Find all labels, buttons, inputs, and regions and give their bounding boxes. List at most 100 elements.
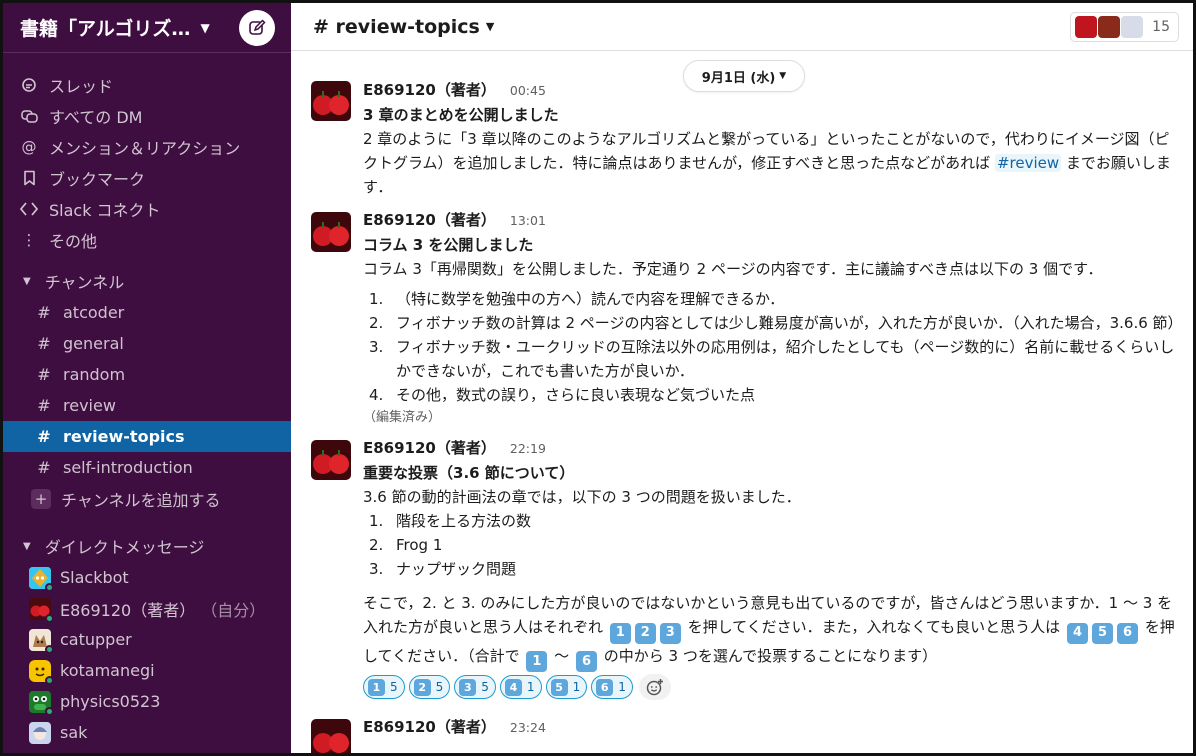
sidebar-item-review-topics[interactable]: # review-topics	[3, 421, 291, 452]
sidebar-dm-kotamanegi[interactable]: kotamanegi	[3, 655, 291, 686]
channel-main: # review-topics ▼ 15 9月1日 (水) ▼ E869120（…	[291, 3, 1193, 753]
dm-name: physics0523	[60, 692, 161, 711]
message-timestamp[interactable]: 22:19	[510, 441, 546, 456]
add-channel-button[interactable]: + チャンネルを追加する	[3, 483, 291, 514]
reaction-keycap-5[interactable]: 51	[545, 675, 588, 699]
keycap-3-emoji: 3	[459, 678, 477, 696]
dm-name: E869120（著者）	[60, 600, 196, 620]
sidebar-dm-physics0523[interactable]: physics0523	[3, 686, 291, 717]
chevron-down-icon[interactable]: ▼	[200, 21, 209, 35]
message-timestamp[interactable]: 13:01	[510, 213, 546, 228]
member-list-button[interactable]: 15	[1070, 11, 1179, 42]
sidebar-dm-catupper[interactable]: catupper	[3, 624, 291, 655]
sidebar-item-review[interactable]: # review	[3, 390, 291, 421]
list-item: 3. フィボナッチ数・ユークリッドの互除法以外の応用例は，紹介したとしても（ページ…	[369, 338, 1175, 380]
hash-icon: #	[37, 365, 51, 384]
list-item-text: ナップザック問題	[396, 560, 517, 578]
dm-section-header[interactable]: ▼ ダイレクトメッセージ	[3, 530, 291, 562]
message: E869120（著者） 23:24	[291, 700, 1193, 753]
add-reaction-button[interactable]	[638, 674, 671, 700]
hash-icon: #	[37, 334, 51, 353]
message-body: 3.6 節の動的計画法の章では，以下の 3 つの問題を扱いました．	[363, 488, 801, 506]
sidebar-item-threads[interactable]: スレッド	[3, 69, 291, 100]
list-item-text: フィボナッチ数・ユークリッドの互除法以外の応用例は，紹介したとしても（ページ数的…	[396, 338, 1175, 380]
reaction-count: 1	[618, 680, 626, 694]
online-status-icon	[45, 706, 54, 716]
member-avatar	[1098, 15, 1121, 38]
reaction-keycap-2[interactable]: 25	[408, 675, 451, 699]
member-avatar	[1121, 15, 1144, 38]
hash-icon: #	[37, 458, 51, 477]
keycap-3-emoji: 3	[659, 622, 681, 644]
message-body: そこで，2. と 3. のみにした方が良いのではないかという意見も出ているのです…	[363, 591, 1179, 672]
add-emoji-icon	[646, 679, 663, 696]
dm-name: sak	[60, 723, 88, 742]
sidebar-dm-slackbot[interactable]: Slackbot	[3, 562, 291, 593]
list-item-text: フィボナッチ数の計算は 2 ページの内容としては少し難易度が高いが，入れた方が良…	[396, 314, 1183, 332]
keycap-2-emoji: 2	[413, 678, 431, 696]
workspace-header[interactable]: 書籍「アルゴリズ… ▼	[3, 3, 291, 53]
apple-avatar[interactable]	[311, 212, 351, 252]
dm-name: kotamanegi	[60, 661, 155, 680]
message: E869120（著者） 13:01 コラム 3 を公開しました コラム 3「再帰…	[291, 199, 1193, 429]
reaction-keycap-3[interactable]: 35	[454, 675, 496, 699]
keycap-5-emoji: 5	[550, 678, 568, 696]
list-item: 3. ナップザック問題	[369, 560, 517, 578]
sidebar-item-more[interactable]: ⋮ その他	[3, 224, 291, 255]
channel-title[interactable]: # review-topics	[313, 16, 480, 38]
sidebar-item-slack-connect[interactable]: Slack コネクト	[3, 193, 291, 224]
compose-button[interactable]	[239, 9, 275, 46]
reaction-count: 5	[435, 680, 444, 694]
channel-link[interactable]: #review	[994, 154, 1062, 172]
message-author[interactable]: E869120（著者）	[363, 437, 496, 458]
more-icon: ⋮	[21, 230, 37, 249]
reaction-keycap-6[interactable]: 61	[591, 675, 633, 699]
sidebar-item-all-dms[interactable]: すべての DM	[3, 100, 291, 131]
sidebar-item-atcoder[interactable]: # atcoder	[3, 297, 291, 328]
sidebar-item-label: Slack コネクト	[49, 200, 161, 220]
member-avatar	[1075, 15, 1098, 38]
chevron-down-icon[interactable]: ▼	[486, 20, 494, 33]
connect-icon	[19, 201, 39, 216]
online-status-icon	[45, 644, 54, 654]
sidebar-dm-sak[interactable]: sak	[3, 717, 291, 748]
workspace-name[interactable]: 書籍「アルゴリズ…	[20, 14, 190, 41]
message-author[interactable]: E869120（著者）	[363, 209, 496, 230]
caret-down-icon[interactable]: ▼	[23, 276, 31, 287]
slackbot-avatar	[29, 566, 54, 592]
keycap-1-emoji: 1	[609, 622, 631, 644]
reaction-keycap-4[interactable]: 41	[499, 675, 542, 699]
add-channel-label: チャンネルを追加する	[61, 490, 221, 510]
message-author[interactable]: E869120（著者）	[363, 716, 496, 737]
message-timestamp[interactable]: 23:24	[510, 720, 546, 735]
sidebar-item-self-introduction[interactable]: # self-introduction	[3, 452, 291, 483]
sidebar-item-general[interactable]: # general	[3, 328, 291, 359]
date-divider-button[interactable]: 9月1日 (水) ▼	[683, 60, 805, 92]
channels-section-header[interactable]: ▼ チャンネル	[3, 265, 291, 297]
sidebar-nav: スレッド すべての DM @ メンション＆リアクション ブックマーク Slack…	[3, 53, 291, 255]
channel-label: atcoder	[63, 303, 125, 322]
reaction-keycap-1[interactable]: 15	[363, 675, 405, 699]
list-item: 2. Frog 1	[369, 536, 443, 554]
apple-avatar[interactable]	[311, 719, 351, 753]
list-item: 4. その他，数式の誤り，さらに良い表現など気づいた点	[369, 386, 755, 404]
sidebar-item-random[interactable]: # random	[3, 359, 291, 390]
list-item: 1. （特に数学を勉強中の方へ）読んで内容を理解できるか．	[369, 290, 785, 308]
sidebar-item-bookmarks[interactable]: ブックマーク	[3, 162, 291, 193]
message-body: 2 章のように「3 章以降のこのようなアルゴリズムと繋がっている」といったことが…	[363, 127, 1179, 199]
member-count: 15	[1152, 18, 1170, 35]
compose-icon	[249, 18, 266, 35]
message-timestamp[interactable]: 00:45	[510, 83, 546, 98]
sidebar-item-mentions[interactable]: @ メンション＆リアクション	[3, 131, 291, 162]
message-author[interactable]: E869120（著者）	[363, 79, 496, 100]
apple-avatar[interactable]	[311, 440, 351, 480]
numbered-list: 1. 階段を上る方法の数 2. Frog 1 3. ナップザック問題	[363, 509, 1179, 581]
apple-avatar[interactable]	[311, 81, 351, 121]
caret-down-icon[interactable]: ▼	[23, 541, 31, 552]
sidebar-dm-e869120[interactable]: E869120（著者） （自分）	[3, 593, 291, 624]
list-item-text: Frog 1	[396, 536, 443, 554]
channel-label: self-introduction	[63, 458, 193, 477]
anime-avatar	[29, 721, 51, 744]
face-avatar	[29, 659, 54, 685]
online-status-icon	[45, 675, 54, 685]
